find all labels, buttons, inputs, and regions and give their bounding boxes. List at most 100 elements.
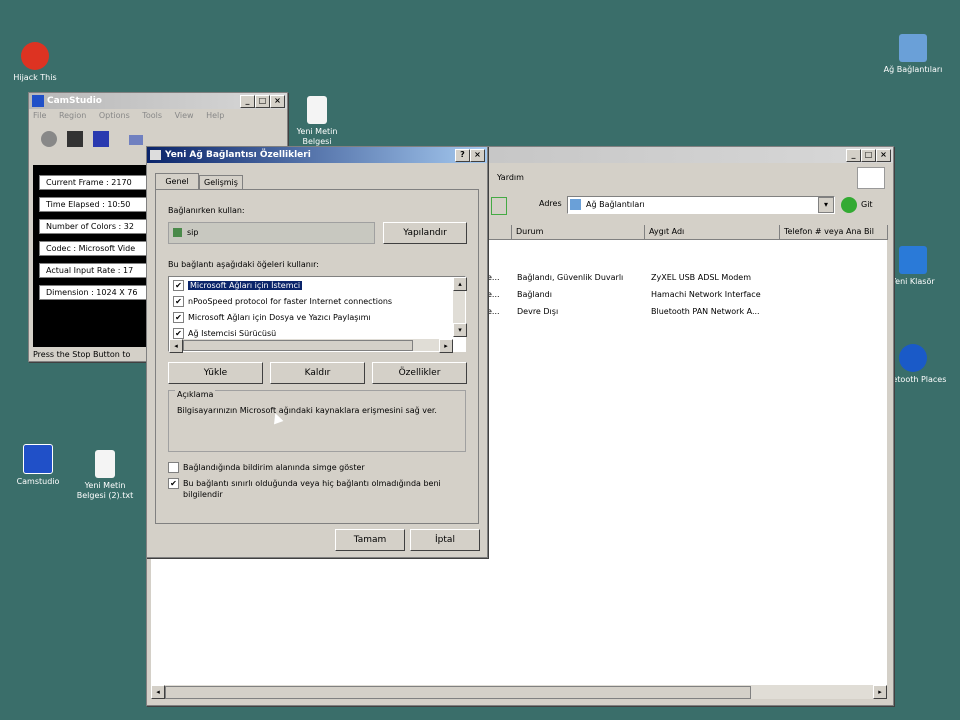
configure-button[interactable]: Yapılandır: [383, 222, 467, 244]
desktop-icon-camstudio[interactable]: Camstudio: [3, 444, 73, 487]
network-icon: [899, 34, 927, 62]
component-checkbox[interactable]: ✔: [173, 296, 184, 307]
close-button[interactable]: ×: [270, 95, 285, 108]
properties-dialog: Yeni Ağ Bağlantısı Özellikleri ? × Genel…: [146, 146, 488, 558]
component-label: nPooSpeed protocol for faster Internet c…: [188, 297, 393, 306]
record-icon[interactable]: [41, 131, 57, 147]
component-item[interactable]: ✔ Microsoft Ağları için Dosya ve Yazıcı P…: [173, 311, 451, 325]
menu-file[interactable]: File: [33, 111, 46, 120]
row-name: e...: [487, 307, 500, 316]
menu-tools[interactable]: Tools: [142, 111, 162, 120]
window-title: CamStudio: [47, 96, 102, 106]
horizontal-scrollbar[interactable]: ◂ ▸: [151, 685, 887, 699]
description-text: Bilgisayarınızın Microsoft ağındaki kayn…: [177, 406, 437, 415]
stat-dimension: Dimension : 1024 X 76: [39, 285, 147, 300]
go-button[interactable]: Git: [861, 200, 873, 209]
component-item[interactable]: ✔ Microsoft Ağları için İstemci: [173, 279, 451, 293]
row-status: Bağlandı: [517, 290, 552, 299]
notify-icon-checkbox[interactable]: [168, 462, 179, 473]
desktop-icon-textfile-2[interactable]: Yeni Metin Belgesi (2).txt: [70, 450, 140, 501]
device-field: sip: [168, 222, 375, 244]
network-connection-icon: [150, 150, 161, 160]
dialog-titlebar[interactable]: Yeni Ağ Bağlantısı Özellikleri ? ×: [147, 147, 487, 163]
hijackthis-icon: [21, 42, 49, 70]
folders-icon[interactable]: [491, 197, 507, 215]
components-label: Bu bağlantı aşağıdaki öğeleri kullanır:: [168, 260, 319, 269]
stat-current-frame: Current Frame : 2170: [39, 175, 147, 190]
components-list[interactable]: ✔ Microsoft Ağları için İstemci ✔ nPooSpee…: [168, 276, 467, 353]
maximize-button[interactable]: □: [255, 95, 270, 108]
scroll-down-icon[interactable]: ▾: [453, 323, 467, 337]
minimize-button[interactable]: _: [240, 95, 255, 108]
row-name: e...: [487, 290, 500, 299]
desktop-icon-textfile[interactable]: Yeni Metin Belgesi: [282, 96, 352, 147]
go-arrow-icon[interactable]: [841, 197, 857, 213]
column-header-status[interactable]: Durum: [512, 225, 645, 240]
camstudio-icon: [32, 95, 44, 107]
scroll-left-icon[interactable]: ◂: [151, 685, 165, 699]
vertical-scrollbar[interactable]: ▴ ▾: [453, 277, 467, 337]
desktop-icon-network[interactable]: Ağ Bağlantıları: [878, 34, 948, 75]
tab-general[interactable]: Genel: [155, 173, 199, 190]
component-checkbox[interactable]: ✔: [173, 328, 184, 339]
desktop-icon-label: Ağ Bağlantıları: [883, 65, 943, 74]
row-name: e...: [487, 273, 500, 282]
stop-icon[interactable]: [93, 131, 109, 147]
menu-region[interactable]: Region: [59, 111, 86, 120]
scroll-left-icon[interactable]: ◂: [169, 339, 183, 353]
stat-codec: Codec : Microsoft Vide: [39, 241, 147, 256]
status-bar: Press the Stop Button to: [33, 350, 131, 359]
options-icon[interactable]: [129, 135, 143, 145]
limited-connectivity-checkbox[interactable]: ✔: [168, 478, 179, 489]
menu-help[interactable]: Help: [206, 111, 224, 120]
bluetooth-icon: [899, 344, 927, 372]
minimize-button[interactable]: _: [846, 149, 861, 162]
scroll-right-icon[interactable]: ▸: [873, 685, 887, 699]
network-icon: [570, 199, 581, 210]
pause-icon[interactable]: [67, 131, 83, 147]
desktop-icon-label: Hijack This: [13, 73, 57, 82]
notify-icon-option[interactable]: Bağlandığında bildirim alanında simge gö…: [168, 462, 464, 474]
desktop-icon-label: Yeni Metin Belgesi: [296, 127, 338, 146]
address-value: Ağ Bağlantıları: [586, 200, 645, 209]
menu-help[interactable]: Yardım: [497, 173, 524, 182]
address-bar[interactable]: Ağ Bağlantıları ▾: [567, 196, 835, 214]
component-item[interactable]: ✔ nPooSpeed protocol for faster Internet …: [173, 295, 451, 309]
cancel-button[interactable]: İptal: [410, 529, 480, 551]
component-checkbox[interactable]: ✔: [173, 280, 184, 291]
scroll-thumb[interactable]: [165, 686, 751, 699]
properties-button[interactable]: Özellikler: [372, 362, 467, 384]
install-button[interactable]: Yükle: [168, 362, 263, 384]
help-button[interactable]: ?: [455, 149, 470, 162]
limited-connectivity-option[interactable]: ✔ Bu bağlantı sınırlı olduğunda veya hiç …: [168, 478, 464, 500]
row-status: Devre Dışı: [517, 307, 559, 316]
desktop-icon-label: Yeni Klasör: [891, 277, 935, 286]
ok-button[interactable]: Tamam: [335, 529, 405, 551]
row-device: Hamachi Network Interface: [651, 290, 761, 299]
uninstall-button[interactable]: Kaldır: [270, 362, 365, 384]
menu-options[interactable]: Options: [99, 111, 130, 120]
device-name: sip: [187, 228, 199, 237]
close-button[interactable]: ×: [876, 149, 891, 162]
tab-advanced[interactable]: Gelişmiş: [199, 175, 243, 190]
desktop-icon-hijackthis[interactable]: Hijack This: [0, 42, 70, 83]
column-header-phone[interactable]: Telefon # veya Ana Bil: [780, 225, 888, 240]
component-checkbox[interactable]: ✔: [173, 312, 184, 323]
scroll-thumb[interactable]: [183, 340, 413, 351]
maximize-button[interactable]: □: [861, 149, 876, 162]
address-label: Adres: [539, 199, 562, 208]
connect-using-label: Bağlanırken kullan:: [168, 206, 245, 215]
chevron-down-icon[interactable]: ▾: [818, 197, 834, 213]
stat-input-rate: Actual Input Rate : 17: [39, 263, 147, 278]
limited-connectivity-label: Bu bağlantı sınırlı olduğunda veya hiç b…: [183, 479, 441, 499]
scroll-up-icon[interactable]: ▴: [453, 277, 467, 291]
menu-view[interactable]: View: [175, 111, 194, 120]
desktop-icon-label: Camstudio: [16, 477, 60, 486]
horizontal-scrollbar[interactable]: ◂ ▸: [169, 339, 453, 353]
scroll-right-icon[interactable]: ▸: [439, 339, 453, 353]
close-button[interactable]: ×: [470, 149, 485, 162]
camstudio-titlebar[interactable]: CamStudio _ □ ×: [29, 93, 287, 109]
text-document-icon: [307, 96, 327, 124]
column-header-device[interactable]: Aygıt Adı: [645, 225, 780, 240]
row-device: ZyXEL USB ADSL Modem: [651, 273, 752, 282]
